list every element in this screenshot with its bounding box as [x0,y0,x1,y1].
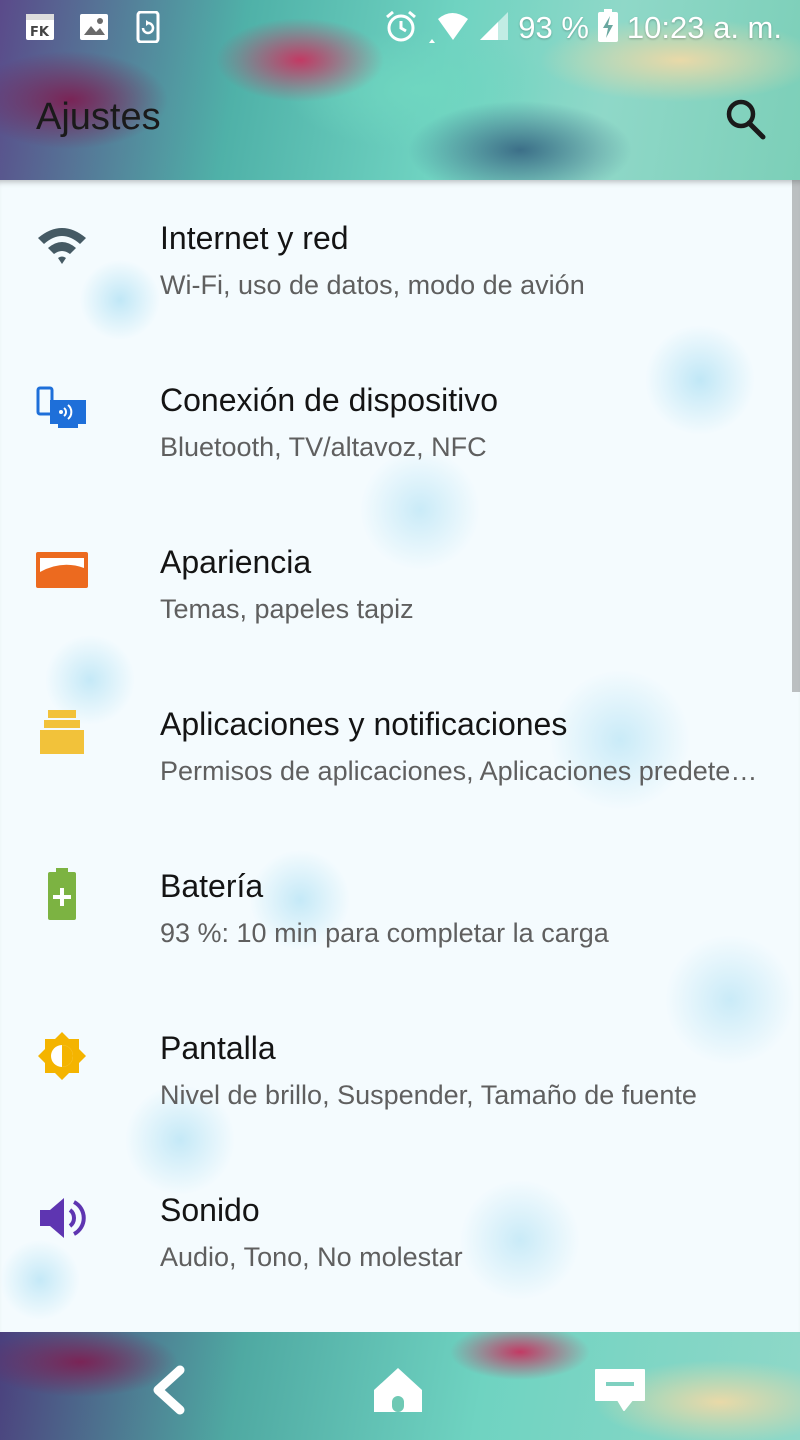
setting-title: Sonido [160,1192,260,1228]
setting-subtitle: 93 %: 10 min para completar la carga [160,918,609,948]
setting-title: Internet y red [160,220,349,256]
setting-title: Batería [160,868,264,904]
setting-subtitle: Bluetooth, TV/altavoz, NFC [160,432,487,462]
clock: 10:23 a. m. [626,10,782,45]
setting-subtitle: Temas, papeles tapiz [160,594,414,624]
battery-percent: 93 % [518,10,589,45]
signal-icon [478,10,510,46]
navigation-bar [0,1332,800,1440]
device-connection-icon [34,380,90,436]
setting-subtitle: Audio, Tono, No molestar [160,1242,463,1272]
phone-sync-icon [132,10,164,44]
setting-title: Conexión de dispositivo [160,382,498,418]
home-button[interactable] [368,1360,428,1420]
brightness-icon [34,1028,90,1084]
status-bar: FK 93 % 10:23 a. m. [0,0,800,56]
search-button[interactable] [718,92,774,148]
appearance-icon [34,542,90,598]
setting-conexion-de-dispositivo[interactable]: Conexión de dispositivo Bluetooth, TV/al… [0,342,790,504]
alarm-icon [384,9,418,47]
setting-bateria[interactable]: Batería 93 %: 10 min para completar la c… [0,828,790,990]
setting-aplicaciones-y-notificaciones[interactable]: Aplicaciones y notificaciones Permisos d… [0,666,790,828]
svg-text:FK: FK [30,25,50,40]
apps-icon [34,704,90,760]
setting-title: Aplicaciones y notificaciones [160,706,568,742]
home-icon [374,1368,422,1412]
app-bar: Ajustes [0,56,800,180]
settings-list: Internet y red Wi-Fi, uso de datos, modo… [0,180,800,1332]
setting-subtitle: Permisos de aplicaciones, Aplicaciones p… [160,756,764,786]
setting-sonido[interactable]: Sonido Audio, Tono, No molestar [0,1152,790,1314]
back-icon [153,1365,185,1415]
setting-subtitle: Nivel de brillo, Suspender, Tamaño de fu… [160,1080,697,1110]
setting-pantalla[interactable]: Pantalla Nivel de brillo, Suspender, Tam… [0,990,790,1152]
page-title: Ajustes [36,96,161,138]
wifi-icon [426,9,470,47]
setting-title: Pantalla [160,1030,276,1066]
image-notification-icon [78,11,110,43]
search-icon [726,99,766,140]
setting-internet-y-red[interactable]: Internet y red Wi-Fi, uso de datos, modo… [0,180,790,342]
battery-charging-icon [597,9,619,47]
fk-notification-icon: FK [24,11,56,43]
wifi-icon [34,218,90,274]
setting-apariencia[interactable]: Apariencia Temas, papeles tapiz [0,504,790,666]
back-button[interactable] [140,1360,200,1420]
scrollbar[interactable] [792,180,800,692]
recents-button[interactable] [590,1360,650,1420]
volume-icon [34,1190,90,1246]
setting-title: Apariencia [160,544,312,580]
recents-icon [595,1369,645,1411]
setting-subtitle: Wi-Fi, uso de datos, modo de avión [160,270,585,300]
battery-icon [34,866,90,922]
